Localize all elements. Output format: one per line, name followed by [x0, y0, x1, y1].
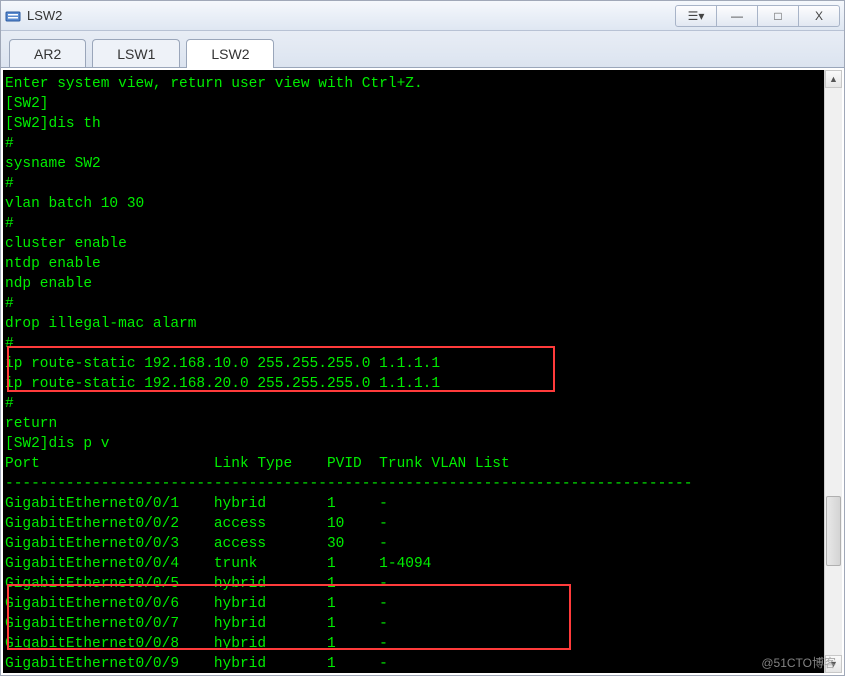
window-controls: ☰▾ — □ X [676, 5, 840, 27]
minimize-button[interactable]: — [716, 5, 758, 27]
terminal-line: GigabitEthernet0/0/5 hybrid 1 - [5, 574, 840, 594]
terminal-line: ndp enable [5, 274, 840, 294]
terminal-line: GigabitEthernet0/0/1 hybrid 1 - [5, 494, 840, 514]
terminal[interactable]: Enter system view, return user view with… [3, 70, 842, 673]
terminal-line: GigabitEthernet0/0/9 hybrid 1 - [5, 654, 840, 673]
terminal-line: GigabitEthernet0/0/7 hybrid 1 - [5, 614, 840, 634]
close-button[interactable]: X [798, 5, 840, 27]
tab-lsw2[interactable]: LSW2 [186, 39, 274, 68]
terminal-line: GigabitEthernet0/0/6 hybrid 1 - [5, 594, 840, 614]
terminal-line: ----------------------------------------… [5, 474, 840, 494]
terminal-line: ntdp enable [5, 254, 840, 274]
terminal-line: GigabitEthernet0/0/8 hybrid 1 - [5, 634, 840, 654]
app-window: LSW2 ☰▾ — □ X AR2 LSW1 LSW2 Enter system… [0, 0, 845, 676]
terminal-line: vlan batch 10 30 [5, 194, 840, 214]
terminal-line: GigabitEthernet0/0/4 trunk 1 1-4094 [5, 554, 840, 574]
terminal-line: drop illegal-mac alarm [5, 314, 840, 334]
terminal-line: Enter system view, return user view with… [5, 74, 840, 94]
terminal-line: [SW2]dis p v [5, 434, 840, 454]
terminal-line: # [5, 394, 840, 414]
terminal-line: ip route-static 192.168.10.0 255.255.255… [5, 354, 840, 374]
terminal-container: Enter system view, return user view with… [1, 67, 844, 675]
terminal-line: ip route-static 192.168.20.0 255.255.255… [5, 374, 840, 394]
tab-ar2[interactable]: AR2 [9, 39, 86, 68]
app-icon [5, 8, 21, 24]
terminal-line: GigabitEthernet0/0/2 access 10 - [5, 514, 840, 534]
watermark: @51CTO博客 [761, 654, 836, 671]
scroll-thumb[interactable] [826, 496, 841, 566]
scrollbar[interactable]: ▲ ▼ [824, 70, 842, 673]
terminal-line: # [5, 174, 840, 194]
terminal-line: GigabitEthernet0/0/3 access 30 - [5, 534, 840, 554]
tabbar: AR2 LSW1 LSW2 [1, 31, 844, 67]
terminal-line: return [5, 414, 840, 434]
scroll-track[interactable] [825, 88, 842, 655]
terminal-line: sysname SW2 [5, 154, 840, 174]
maximize-button[interactable]: □ [757, 5, 799, 27]
terminal-line: cluster enable [5, 234, 840, 254]
terminal-line: # [5, 134, 840, 154]
terminal-line: # [5, 334, 840, 354]
terminal-line: [SW2]dis th [5, 114, 840, 134]
scroll-up-arrow-icon[interactable]: ▲ [825, 70, 842, 88]
terminal-line: Port Link Type PVID Trunk VLAN List [5, 454, 840, 474]
options-button[interactable]: ☰▾ [675, 5, 717, 27]
terminal-line: # [5, 214, 840, 234]
window-title: LSW2 [27, 8, 676, 23]
terminal-line: # [5, 294, 840, 314]
terminal-line: [SW2] [5, 94, 840, 114]
tab-lsw1[interactable]: LSW1 [92, 39, 180, 68]
titlebar[interactable]: LSW2 ☰▾ — □ X [1, 1, 844, 31]
